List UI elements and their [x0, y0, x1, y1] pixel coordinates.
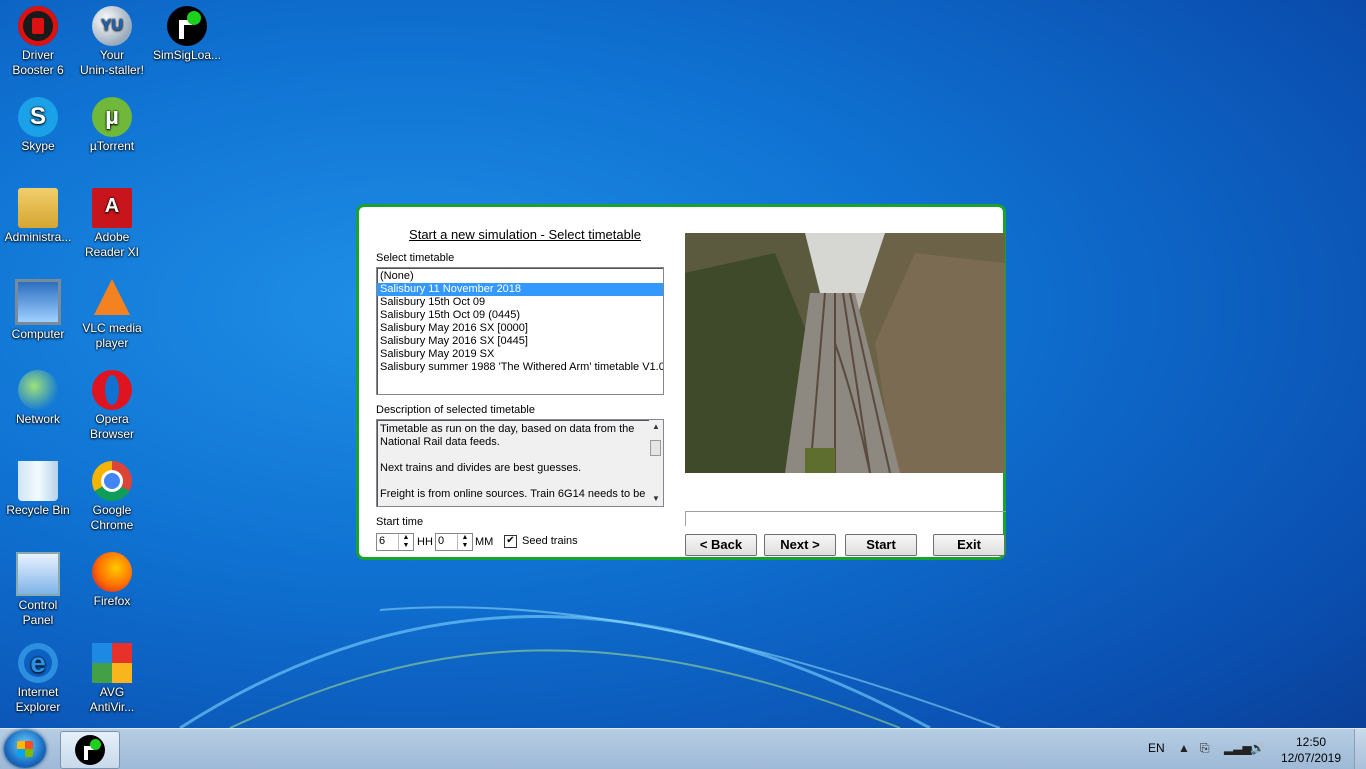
desktop-icon-utorrent[interactable]: µ µTorrent [74, 91, 150, 154]
timetable-item[interactable]: Salisbury 15th Oct 09 (0445) [377, 309, 663, 322]
timetable-item-selected[interactable]: Salisbury 11 November 2018 [377, 283, 663, 296]
network-signal-icon[interactable]: ▂▃▅ [1224, 741, 1252, 755]
clock-time: 12:50 [1295, 735, 1327, 749]
timetable-item[interactable]: Salisbury May 2016 SX [0445] [377, 335, 663, 348]
adobe-reader-icon: A [92, 188, 132, 228]
desktop-icon-recycle-bin[interactable]: Recycle Bin [0, 455, 76, 518]
desktop-icon-driver-booster[interactable]: Driver Booster 6 [0, 0, 76, 78]
language-indicator[interactable]: EN [1148, 741, 1165, 755]
desktop-icon-avg[interactable]: AVG AntiVir... [74, 637, 150, 715]
hours-unit-label: HH [417, 536, 433, 548]
hours-spinner[interactable]: 6 ▲ ▼ [376, 533, 414, 551]
description-scrollbar[interactable]: ▲ ▼ [649, 420, 663, 506]
back-button[interactable]: < Back [685, 534, 757, 556]
control-panel-icon [16, 552, 60, 596]
desktop-icon-vlc[interactable]: VLC media player [74, 273, 150, 351]
scroll-up-icon[interactable]: ▲ [649, 421, 663, 433]
user-folder-icon [18, 188, 58, 228]
timetable-item[interactable]: Salisbury summer 1988 'The Withered Arm'… [377, 361, 663, 374]
seed-trains-label: Seed trains [522, 535, 578, 547]
minutes-unit-label: MM [475, 536, 494, 548]
chrome-icon [92, 461, 132, 501]
show-hidden-icons-icon[interactable]: ▲ [1178, 741, 1190, 755]
desktop-icon-administrator[interactable]: Administra... [0, 182, 76, 245]
start-button[interactable]: Start [845, 534, 917, 556]
next-button[interactable]: Next > [764, 534, 836, 556]
network-icon [18, 370, 58, 410]
usb-device-icon[interactable]: ⎘ [1200, 741, 1210, 756]
desktop-icon-network[interactable]: Network [0, 364, 76, 427]
desktop-icon-control-panel[interactable]: Control Panel [0, 546, 76, 628]
desktop-icon-adobe-reader[interactable]: A Adobe Reader XI [74, 182, 150, 260]
vlc-icon [94, 279, 130, 315]
spin-down-icon[interactable]: ▼ [458, 542, 472, 550]
exit-button[interactable]: Exit [933, 534, 1005, 556]
clock-date: 12/07/2019 [1280, 751, 1342, 765]
hours-value: 6 [379, 535, 386, 547]
timetable-item[interactable]: Salisbury May 2019 SX [377, 348, 663, 361]
spin-up-icon[interactable]: ▲ [458, 534, 472, 542]
taskbar: EN ▲ ⎘ ▂▃▅ 🔊 12:50 12/07/2019 [0, 728, 1366, 769]
description-label: Description of selected timetable [376, 404, 535, 416]
your-uninstaller-icon: YU [92, 6, 132, 46]
clock[interactable]: 12:50 12/07/2019 [1278, 734, 1344, 766]
desktop-icon-firefox[interactable]: Firefox [74, 546, 150, 609]
opera-icon [92, 370, 132, 410]
spin-up-icon[interactable]: ▲ [399, 534, 413, 542]
timetable-item[interactable]: Salisbury 15th Oct 09 [377, 296, 663, 309]
simsig-icon [167, 6, 207, 46]
desktop-icon-skype[interactable]: S Skype [0, 91, 76, 154]
volume-icon[interactable]: 🔊 [1250, 741, 1265, 755]
desktop-icon-your-uninstaller[interactable]: YU Your Unin-staller! [74, 0, 150, 78]
timetable-listbox[interactable]: (None) Salisbury 11 November 2018 Salisb… [376, 267, 664, 395]
seed-trains-checkbox[interactable]: ✔ [504, 535, 517, 548]
desktop-icon-google-chrome[interactable]: Google Chrome [74, 455, 150, 533]
select-timetable-label: Select timetable [376, 252, 455, 264]
route-photo [685, 233, 1005, 473]
taskbar-app-simsig[interactable] [60, 731, 120, 769]
start-time-label: Start time [376, 516, 424, 528]
timetable-item[interactable]: Salisbury May 2016 SX [0000] [377, 322, 663, 335]
desktop-icon-internet-explorer[interactable]: e Internet Explorer [0, 637, 76, 715]
skype-icon: S [18, 97, 58, 137]
start-menu-button[interactable] [4, 730, 46, 768]
description-textbox[interactable]: Timetable as run on the day, based on da… [376, 419, 664, 507]
avg-antivirus-icon [92, 643, 132, 683]
spin-down-icon[interactable]: ▼ [399, 542, 413, 550]
recycle-bin-icon [18, 461, 58, 501]
desktop-icon-opera[interactable]: Opera Browser [74, 364, 150, 442]
progress-bar [685, 511, 1006, 526]
simulation-wizard-dialog: Start a new simulation - Select timetabl… [356, 204, 1006, 560]
desktop-icon-computer[interactable]: Computer [0, 273, 76, 342]
utorrent-icon: µ [92, 97, 132, 137]
minutes-spinner[interactable]: 0 ▲ ▼ [435, 533, 473, 551]
computer-icon [15, 279, 61, 325]
timetable-item[interactable]: (None) [377, 270, 663, 283]
simsig-taskbar-icon [75, 735, 105, 765]
show-desktop-button[interactable] [1354, 729, 1366, 769]
desktop-icon-simsig-loader[interactable]: SimSigLoa... [149, 0, 225, 63]
scroll-thumb[interactable] [650, 440, 661, 456]
scroll-down-icon[interactable]: ▼ [649, 493, 663, 505]
dialog-title: Start a new simulation - Select timetabl… [409, 227, 641, 242]
firefox-icon [92, 552, 132, 592]
minutes-value: 0 [438, 535, 445, 547]
internet-explorer-icon: e [18, 643, 58, 683]
driver-booster-icon [18, 6, 58, 46]
description-text: Timetable as run on the day, based on da… [380, 423, 646, 500]
